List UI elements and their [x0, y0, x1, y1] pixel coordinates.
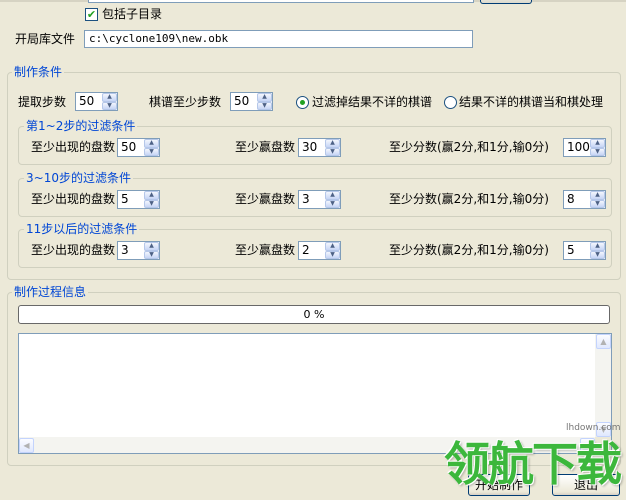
spin-down-icon[interactable]: ▼: [144, 147, 159, 156]
include-subdirs-checkbox[interactable]: ✔: [85, 8, 98, 21]
progress-text: 0 %: [303, 308, 325, 321]
spin-down-icon[interactable]: ▼: [144, 199, 159, 208]
filter-group-3-title: 11步以后的过滤条件: [24, 222, 140, 236]
appear-spinner[interactable]: 3 ▲ ▼: [117, 241, 160, 260]
score-spinner[interactable]: 8 ▲ ▼: [563, 190, 606, 209]
score-spinner[interactable]: 5 ▲ ▼: [563, 241, 606, 260]
win-label: 至少赢盘数: [235, 192, 296, 206]
spin-up-icon[interactable]: ▲: [590, 242, 605, 251]
win-spinner[interactable]: 2 ▲ ▼: [298, 241, 341, 260]
extract-steps-value: 50: [79, 94, 95, 108]
scroll-up-icon[interactable]: ▲: [596, 334, 611, 349]
score-label: 至少分数(赢2分,和1分,输0分): [389, 192, 549, 206]
checkmark-icon: ✔: [86, 8, 97, 21]
score-value: 5: [567, 243, 575, 257]
vertical-scrollbar[interactable]: ▲ ▼: [595, 334, 611, 437]
spin-down-icon[interactable]: ▼: [590, 199, 605, 208]
browse-button[interactable]: [480, 0, 532, 4]
extract-steps-spinner[interactable]: 50 ▲ ▼: [75, 92, 118, 111]
win-spinner[interactable]: 3 ▲ ▼: [298, 190, 341, 209]
appear-label: 至少出现的盘数: [31, 140, 116, 154]
spin-down-icon[interactable]: ▼: [590, 147, 605, 156]
spin-up-icon[interactable]: ▲: [325, 242, 340, 251]
extract-steps-label: 提取步数: [18, 95, 67, 109]
min-steps-label: 棋谱至少步数: [149, 95, 222, 109]
spin-up-icon[interactable]: ▲: [325, 191, 340, 200]
score-spinner[interactable]: 100 ▲ ▼: [563, 138, 606, 157]
include-subdirs-label: 包括子目录: [102, 7, 163, 21]
appear-value: 3: [121, 243, 129, 257]
spin-up-icon[interactable]: ▲: [144, 139, 159, 148]
radio-draw-label: 结果不详的棋谱当和棋处理: [459, 95, 604, 109]
progress-bar: 0 %: [18, 305, 610, 324]
spin-down-icon[interactable]: ▼: [102, 101, 117, 110]
process-group-title: 制作过程信息: [12, 285, 89, 299]
spin-down-icon[interactable]: ▼: [590, 250, 605, 259]
spin-down-icon[interactable]: ▼: [325, 250, 340, 259]
spin-down-icon[interactable]: ▼: [325, 147, 340, 156]
spin-up-icon[interactable]: ▲: [102, 93, 117, 102]
radio-filter-unknown[interactable]: [296, 96, 309, 109]
appear-spinner[interactable]: 50 ▲ ▼: [117, 138, 160, 157]
watermark-logo: 领航下载: [444, 437, 622, 491]
filter-group-2-title: 3~10步的过滤条件: [24, 171, 133, 185]
filter-group-1-title: 第1~2步的过滤条件: [24, 119, 138, 133]
spin-up-icon[interactable]: ▲: [325, 139, 340, 148]
score-label: 至少分数(赢2分,和1分,输0分): [389, 243, 549, 257]
win-value: 30: [302, 140, 318, 154]
win-value: 3: [302, 192, 310, 206]
win-value: 2: [302, 243, 310, 257]
scroll-left-icon[interactable]: ◀: [19, 438, 34, 453]
spin-up-icon[interactable]: ▲: [144, 191, 159, 200]
spin-up-icon[interactable]: ▲: [144, 242, 159, 251]
appear-spinner[interactable]: 5 ▲ ▼: [117, 190, 160, 209]
appear-value: 50: [121, 140, 137, 154]
spin-up-icon[interactable]: ▲: [257, 93, 272, 102]
spin-down-icon[interactable]: ▼: [257, 101, 272, 110]
appear-label: 至少出现的盘数: [31, 192, 116, 206]
score-value: 8: [567, 192, 575, 206]
radio-treat-as-draw[interactable]: [444, 96, 457, 109]
min-steps-spinner[interactable]: 50 ▲ ▼: [230, 92, 273, 111]
min-steps-value: 50: [234, 94, 250, 108]
spin-up-icon[interactable]: ▲: [590, 139, 605, 148]
opening-lib-path-input[interactable]: c:\cyclone109\new.obk: [84, 30, 473, 48]
source-dir-field[interactable]: [88, 0, 474, 3]
appear-label: 至少出现的盘数: [31, 243, 116, 257]
spin-down-icon[interactable]: ▼: [325, 199, 340, 208]
opening-lib-label: 开局库文件: [15, 32, 76, 46]
win-spinner[interactable]: 30 ▲ ▼: [298, 138, 341, 157]
spin-down-icon[interactable]: ▼: [144, 250, 159, 259]
score-value: 100: [567, 140, 590, 154]
radio-filter-label: 过滤掉结果不详的棋谱: [312, 95, 433, 109]
conditions-group-title: 制作条件: [12, 65, 65, 79]
win-label: 至少赢盘数: [235, 140, 296, 154]
score-label: 至少分数(赢2分,和1分,输0分): [389, 140, 549, 154]
appear-value: 5: [121, 192, 129, 206]
spin-up-icon[interactable]: ▲: [590, 191, 605, 200]
win-label: 至少赢盘数: [235, 243, 296, 257]
log-textarea[interactable]: ▲ ▼ ◀ ▶: [18, 333, 612, 454]
watermark-url: lhdown.com: [566, 423, 621, 433]
